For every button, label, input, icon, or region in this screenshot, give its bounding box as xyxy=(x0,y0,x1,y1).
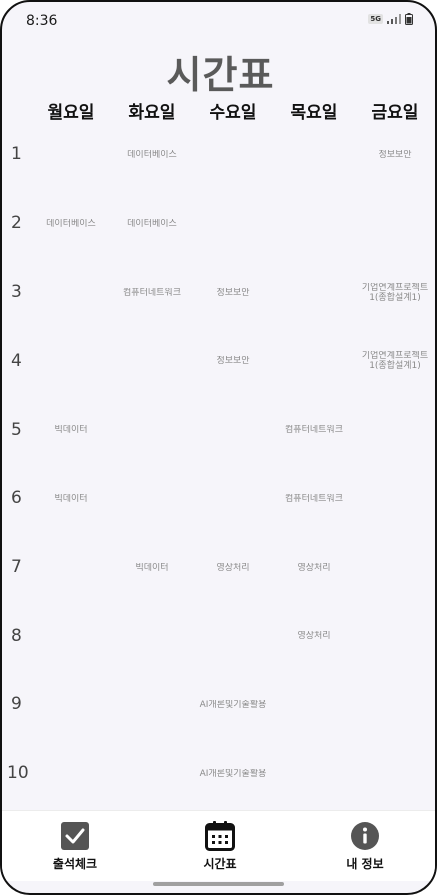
signal-icon xyxy=(387,14,401,24)
day-header-mon: 월요일 xyxy=(47,103,95,123)
class-cell[interactable]: 컴퓨터네트워크 xyxy=(273,494,355,504)
day-header-fri: 금요일 xyxy=(371,103,419,123)
day-header-tue: 화요일 xyxy=(128,103,176,123)
period-number: 9 xyxy=(11,694,22,714)
status-time: 8:36 xyxy=(26,13,58,29)
status-bar: 8:36 5G xyxy=(2,2,435,40)
class-cell[interactable]: 기업연계프로젝트1(종합설계1) xyxy=(354,283,435,303)
period-number: 5 xyxy=(11,420,22,440)
class-cell[interactable]: 컴퓨터네트워크 xyxy=(111,288,193,298)
nav-my-info-label: 내 정보 xyxy=(346,857,384,871)
class-cell[interactable]: 정보보안 xyxy=(192,356,274,366)
period-number: 8 xyxy=(11,626,22,646)
nav-my-info[interactable]: 내 정보 xyxy=(305,821,425,872)
status-icons: 5G xyxy=(368,13,413,25)
checkbox-icon xyxy=(61,822,89,850)
class-cell[interactable]: 빅데이터 xyxy=(111,563,193,573)
class-cell[interactable]: 정보보안 xyxy=(192,288,274,298)
period-number: 2 xyxy=(11,213,22,233)
page-title: 시간표 xyxy=(166,53,275,97)
period-number: 1 xyxy=(11,144,22,164)
class-cell[interactable]: 기업연계프로젝트1(종합설계1) xyxy=(354,351,435,371)
day-header-wed: 수요일 xyxy=(209,103,257,123)
period-number: 10 xyxy=(7,763,29,783)
nav-timetable[interactable]: 시간표 xyxy=(160,821,280,872)
day-header-thu: 목요일 xyxy=(290,103,338,123)
period-number: 6 xyxy=(11,488,22,508)
network-icon: 5G xyxy=(368,14,383,24)
period-number: 4 xyxy=(11,351,22,371)
class-cell[interactable]: 데이터베이스 xyxy=(111,219,193,229)
battery-icon xyxy=(405,13,413,25)
nav-timetable-label: 시간표 xyxy=(203,857,237,871)
class-cell[interactable]: AI개론및기술활용 xyxy=(192,769,274,779)
class-cell[interactable]: 데이터베이스 xyxy=(111,150,193,160)
period-number: 7 xyxy=(11,557,22,577)
class-cell[interactable]: 영상처리 xyxy=(192,563,274,573)
nav-attendance-label: 출석체크 xyxy=(52,857,98,871)
phone-frame: 8:36 5G 시간표 월요일 화요일 수요일 목요일 금요일 1 데이터베이스… xyxy=(0,0,437,895)
nav-attendance[interactable]: 출석체크 xyxy=(15,821,135,872)
info-icon xyxy=(351,822,379,850)
class-cell[interactable]: 빅데이터 xyxy=(30,425,112,435)
calendar-icon xyxy=(205,821,235,851)
class-cell[interactable]: 영상처리 xyxy=(273,563,355,573)
class-cell[interactable]: 빅데이터 xyxy=(30,494,112,504)
class-cell[interactable]: 영상처리 xyxy=(273,631,355,641)
class-cell[interactable]: 정보보안 xyxy=(354,150,435,160)
class-cell[interactable]: 컴퓨터네트워크 xyxy=(273,425,355,435)
home-indicator[interactable] xyxy=(153,882,284,886)
class-cell[interactable]: 데이터베이스 xyxy=(30,219,112,229)
class-cell[interactable]: AI개론및기술활용 xyxy=(192,700,274,710)
bottom-nav: 출석체크 시간표 내 정보 xyxy=(2,810,435,881)
period-number: 3 xyxy=(11,282,22,302)
